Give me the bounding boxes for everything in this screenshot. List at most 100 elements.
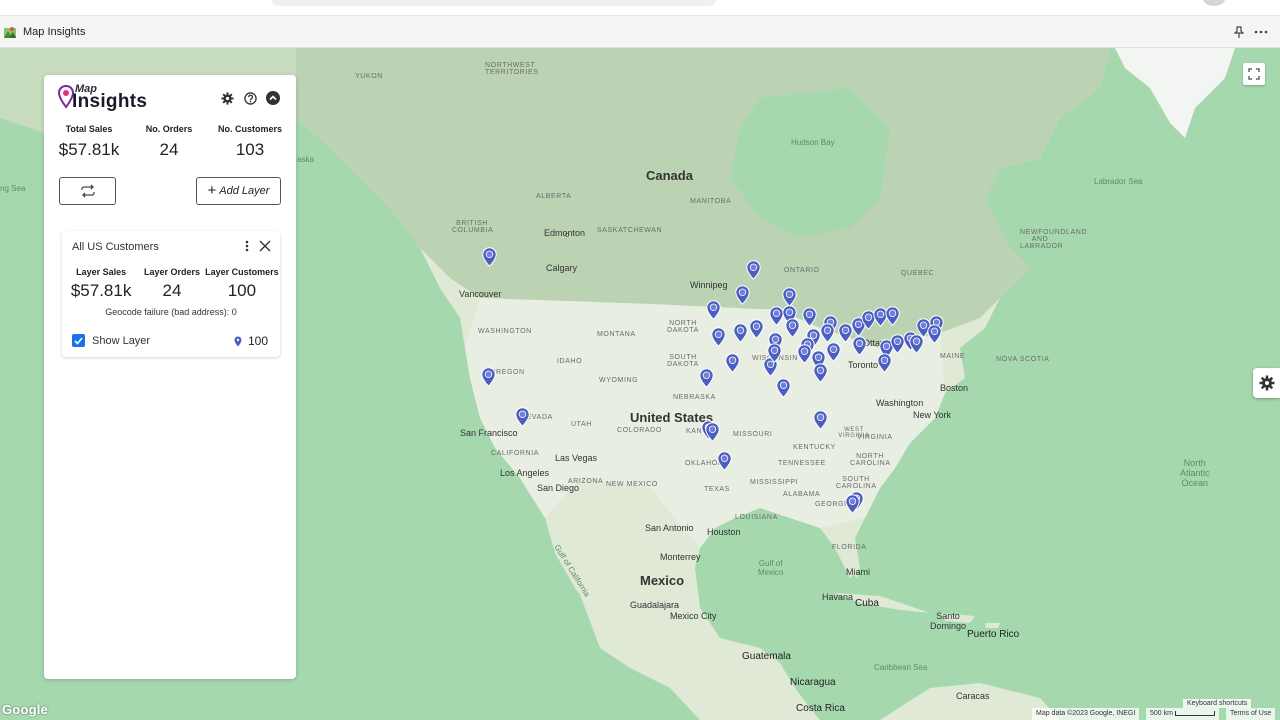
label-las-vegas: Las Vegas xyxy=(555,453,598,463)
label-mexico-city: Mexico City xyxy=(670,611,717,621)
customer-pin[interactable] xyxy=(819,323,835,343)
customer-pin[interactable] xyxy=(784,318,800,338)
label-florida: FLORIDA xyxy=(832,544,867,551)
map-insights-logo: Map Insights xyxy=(58,83,168,115)
customer-pin[interactable] xyxy=(705,300,721,320)
customer-pin[interactable] xyxy=(926,324,942,344)
label-missouri: MISSOURI xyxy=(733,431,773,438)
customer-pin[interactable] xyxy=(745,260,761,280)
customer-pin[interactable] xyxy=(480,367,496,387)
stat-label: Layer Orders xyxy=(143,267,200,277)
plus-icon: + xyxy=(207,182,217,199)
terms-link[interactable]: Terms of Use xyxy=(1226,708,1276,720)
label-idaho: IDAHO xyxy=(557,358,583,365)
add-layer-button[interactable]: + Add Layer xyxy=(196,177,281,205)
label-monterrey: Monterrey xyxy=(660,552,701,562)
layer-pin-count: 100 xyxy=(234,334,268,348)
label-manitoba: MANITOBA xyxy=(690,198,732,205)
label-bc: BRITISH COLUMBIA xyxy=(452,220,494,234)
label-maine: MAINE xyxy=(940,353,966,360)
check-icon xyxy=(74,336,83,345)
customer-pin[interactable] xyxy=(766,343,782,363)
customer-pin[interactable] xyxy=(796,344,812,364)
customer-pin[interactable] xyxy=(748,319,764,339)
label-alaska: aska xyxy=(297,155,314,164)
scale-text: 500 km xyxy=(1150,710,1173,717)
label-new-mexico: NEW MEXICO xyxy=(606,481,658,488)
stat-value: 100 xyxy=(227,281,257,300)
customer-pin[interactable] xyxy=(724,353,740,373)
label-west-virginia: WEST VIRGINIA xyxy=(838,427,870,439)
stat-value: 103 xyxy=(235,140,265,159)
refresh-button[interactable] xyxy=(59,177,116,205)
label-south-dakota: SOUTH DAKOTA xyxy=(667,354,699,368)
layer-stats: Layer Sales $57.81k Layer Orders 24 Laye… xyxy=(62,267,280,301)
stat-value: $57.81k xyxy=(58,140,120,159)
customer-pin[interactable] xyxy=(775,378,791,398)
refresh-icon xyxy=(80,184,95,198)
geocode-failure-text: Geocode failure (bad address): 0 xyxy=(105,307,237,317)
map-settings-button[interactable] xyxy=(1253,368,1280,398)
gear-icon xyxy=(1259,375,1274,391)
customer-pin[interactable] xyxy=(514,407,530,427)
collapse-panel-button[interactable] xyxy=(266,91,280,105)
customer-pin[interactable] xyxy=(825,342,841,362)
label-hudson-bay: Hudson Bay xyxy=(791,138,835,147)
customer-pin[interactable] xyxy=(698,368,714,388)
pin-icon[interactable] xyxy=(1231,24,1247,40)
scale-indicator[interactable]: 500 km xyxy=(1146,708,1219,720)
stat-label: Layer Customers xyxy=(205,267,279,277)
customer-pin[interactable] xyxy=(812,363,828,383)
insights-panel: Map Insights Total Sales $57.81k No. Ord… xyxy=(44,75,296,679)
profile-avatar[interactable] xyxy=(1203,0,1225,6)
keyboard-shortcuts-link[interactable]: Keyboard shortcuts xyxy=(1183,699,1252,708)
customer-pin[interactable] xyxy=(716,451,732,471)
customer-pin[interactable] xyxy=(812,410,828,430)
address-bar[interactable] xyxy=(272,0,716,6)
label-north-atlantic: North Atlantic Ocean xyxy=(1180,458,1210,488)
label-wyoming: WYOMING xyxy=(599,377,639,384)
help-icon xyxy=(243,91,257,105)
customer-pin[interactable] xyxy=(710,327,726,347)
stat-orders: No. Orders 24 xyxy=(134,124,204,160)
stat-value: 24 xyxy=(159,140,179,159)
settings-button[interactable] xyxy=(220,91,234,105)
vertical-dots-icon xyxy=(245,240,249,252)
fullscreen-button[interactable] xyxy=(1243,63,1265,85)
help-button[interactable] xyxy=(243,91,257,105)
customer-pin[interactable] xyxy=(704,422,720,442)
show-layer-checkbox[interactable] xyxy=(72,334,85,347)
label-utah: UTAH xyxy=(571,421,592,428)
layer-close-button[interactable] xyxy=(258,239,272,253)
customer-pin[interactable] xyxy=(851,336,867,356)
pin-count-value: 100 xyxy=(248,334,269,348)
google-logo: Google xyxy=(2,702,48,717)
label-north-carolina: NORTH CAROLINA xyxy=(850,453,891,467)
scale-bar xyxy=(1174,710,1215,716)
more-options-icon[interactable] xyxy=(1253,24,1269,40)
label-north-dakota: NORTH DAKOTA xyxy=(667,320,699,334)
summary-stats: Total Sales $57.81k No. Orders 24 No. Cu… xyxy=(44,124,296,160)
label-houston: Houston xyxy=(707,527,741,537)
stat-label: Total Sales xyxy=(65,124,113,134)
customer-pin[interactable] xyxy=(734,285,750,305)
stat-customers: No. Customers 103 xyxy=(204,124,296,160)
customer-pin[interactable] xyxy=(884,306,900,326)
layer-menu-button[interactable] xyxy=(242,239,252,253)
label-california: CALIFORNIA xyxy=(491,450,540,457)
layer-title: All US Customers xyxy=(72,241,159,253)
stat-total-sales: Total Sales $57.81k xyxy=(44,124,134,160)
label-havana: Havana xyxy=(822,592,854,602)
customer-pin[interactable] xyxy=(732,323,748,343)
label-tennessee: TENNESSEE xyxy=(778,460,826,467)
label-boston: Boston xyxy=(940,383,969,393)
label-ontario: ONTARIO xyxy=(784,267,820,274)
customer-pin[interactable] xyxy=(781,287,797,307)
layer-stat-sales: Layer Sales $57.81k xyxy=(62,267,140,301)
customer-pin[interactable] xyxy=(481,247,497,267)
customer-pin[interactable] xyxy=(844,494,860,514)
customer-pin[interactable] xyxy=(876,353,892,373)
label-yukon: YUKON xyxy=(355,73,383,80)
show-layer-toggle[interactable]: Show Layer xyxy=(72,334,150,347)
customer-pin[interactable] xyxy=(801,307,817,327)
